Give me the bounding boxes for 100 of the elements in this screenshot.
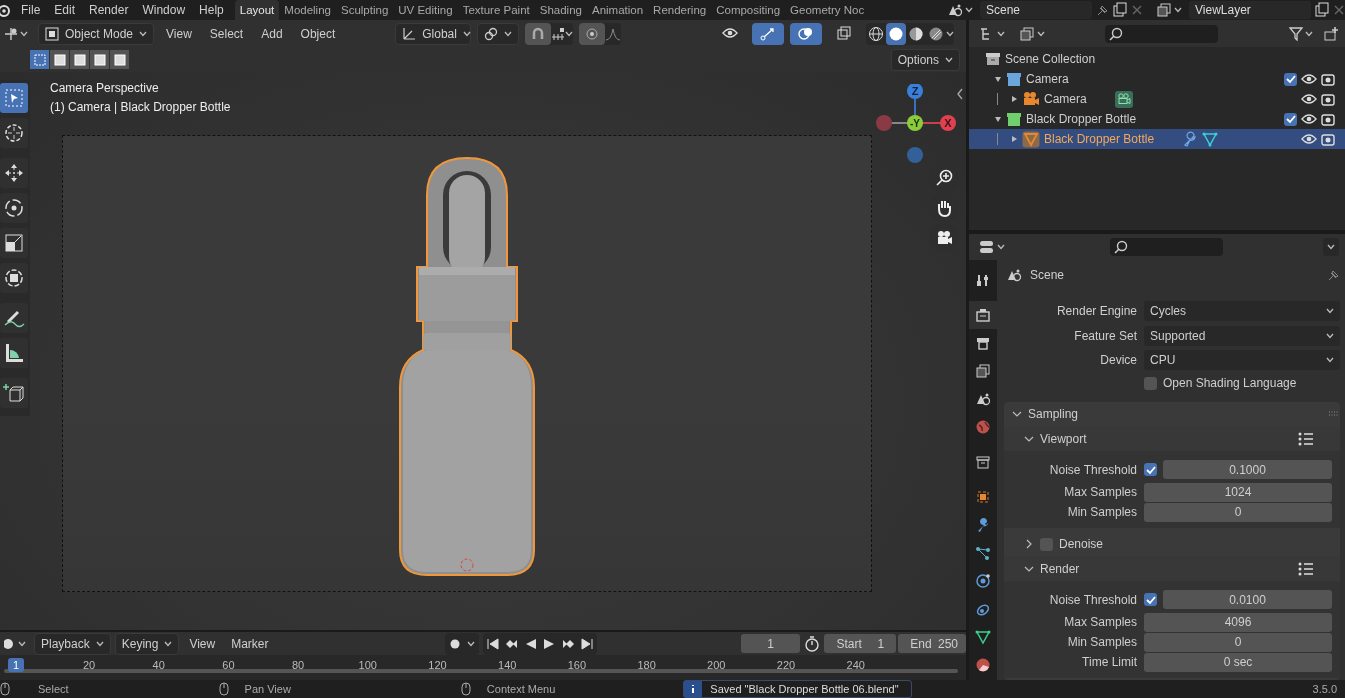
workspace-tab[interactable]: Compositing	[711, 0, 786, 20]
options-dropdown[interactable]	[1323, 238, 1339, 256]
camera-data-button[interactable]	[1114, 90, 1133, 108]
camera-icon[interactable]	[1321, 72, 1335, 86]
tool-button[interactable]	[0, 118, 28, 148]
drag-handle-icon[interactable]	[1328, 411, 1340, 417]
close-icon[interactable]	[1131, 4, 1143, 16]
playback-menu[interactable]: Playback	[34, 632, 111, 655]
checkbox[interactable]	[1144, 376, 1157, 390]
current-frame-field[interactable]: 1	[740, 634, 801, 653]
camera-icon[interactable]	[1321, 132, 1335, 146]
tool-button[interactable]	[0, 378, 28, 408]
list-icon[interactable]	[1298, 431, 1314, 446]
outliner-row[interactable]: Camera	[969, 89, 1345, 109]
checkbox[interactable]	[1144, 463, 1157, 476]
tool-button[interactable]	[0, 193, 28, 223]
eye-icon[interactable]	[1301, 73, 1317, 85]
header-menu[interactable]: Object	[294, 26, 342, 41]
proportional-control[interactable]	[579, 22, 622, 45]
axis-handle[interactable]	[907, 84, 923, 99]
snapping-control[interactable]	[525, 22, 574, 45]
eye-icon[interactable]	[1301, 113, 1317, 125]
tool-button[interactable]	[0, 338, 28, 368]
stopwatch-icon[interactable]	[804, 635, 821, 652]
chevron-icon[interactable]	[1012, 409, 1022, 419]
select-mode-button[interactable]	[50, 50, 69, 69]
frame-ruler[interactable]: 1 20 40 60 80 100 120 140 160 180 200 220 240	[0, 655, 966, 680]
search-field[interactable]	[1109, 238, 1223, 256]
workspace-tab[interactable]: Texture Paint	[457, 0, 535, 20]
header-menu[interactable]: Select	[203, 26, 250, 41]
playback-controls[interactable]	[482, 632, 597, 655]
disclosure-triangle-icon[interactable]	[1010, 135, 1018, 143]
viewport-toggle[interactable]	[790, 22, 822, 45]
mode-dropdown[interactable]: Object Mode	[38, 22, 155, 45]
dropdown-field[interactable]: Cycles	[1144, 301, 1340, 322]
header-menu[interactable]: Add	[255, 26, 289, 41]
menu-item[interactable]: Help	[192, 3, 231, 17]
menu-item[interactable]: File	[14, 3, 48, 17]
checkbox[interactable]	[1284, 72, 1297, 86]
number-field[interactable]: 0 sec	[1144, 652, 1332, 672]
select-mode-button[interactable]	[70, 50, 89, 69]
workspace-tab[interactable]: Shading	[534, 0, 587, 20]
disclosure-triangle-icon[interactable]	[994, 115, 1002, 123]
start-frame-field[interactable]: Start 1	[824, 634, 897, 653]
number-field[interactable]: 0.1000	[1163, 460, 1332, 479]
camera-icon[interactable]	[1321, 112, 1335, 126]
mesh-data-icon[interactable]	[1202, 131, 1219, 147]
workspace-tab[interactable]: Modeling	[279, 0, 336, 20]
search-field[interactable]	[1105, 24, 1218, 43]
number-field[interactable]: 0	[1144, 502, 1332, 522]
checkbox[interactable]	[1144, 593, 1157, 606]
shading-selector[interactable]	[866, 22, 954, 45]
scene-field[interactable]: Scene	[980, 1, 1092, 19]
disclosure-triangle-icon[interactable]	[1010, 95, 1018, 103]
number-field[interactable]: 4096	[1144, 612, 1332, 632]
close-icon[interactable]	[1333, 4, 1345, 16]
outliner-row[interactable]: Black Dropper Bottle	[969, 129, 1345, 149]
view-layer-field[interactable]: ViewLayer	[1189, 1, 1311, 19]
menu-item[interactable]: Window	[135, 3, 193, 17]
checkbox[interactable]	[1284, 112, 1297, 126]
options-dropdown[interactable]: Options	[890, 48, 960, 71]
eye-icon[interactable]	[1301, 93, 1317, 105]
wrench-icon[interactable]	[1182, 131, 1199, 147]
camera-icon[interactable]	[1321, 92, 1335, 106]
tool-button[interactable]	[0, 303, 28, 333]
number-field[interactable]: 0	[1144, 632, 1332, 652]
axis-handle[interactable]	[876, 115, 892, 131]
playhead-marker[interactable]: 1	[8, 658, 25, 672]
eye-icon[interactable]	[1301, 133, 1317, 145]
pin-icon[interactable]	[1095, 3, 1109, 17]
workspace-tab[interactable]: Animation	[586, 0, 649, 20]
number-field[interactable]: 0.0100	[1163, 590, 1332, 609]
checkbox[interactable]	[1040, 537, 1053, 551]
record-button[interactable]	[444, 632, 479, 655]
tool-button[interactable]	[0, 228, 28, 258]
tool-button[interactable]	[0, 158, 28, 188]
header-menu[interactable]: Marker	[225, 636, 275, 651]
select-mode-button[interactable]	[90, 50, 109, 69]
end-frame-field[interactable]: End 250	[898, 634, 966, 653]
panel-header[interactable]: Sampling	[1004, 402, 1340, 426]
workspace-tab[interactable]: Sculpting	[335, 0, 394, 20]
dropdown-field[interactable]: CPU	[1144, 350, 1340, 371]
list-icon[interactable]	[1298, 561, 1314, 576]
disclosure-triangle-icon[interactable]	[994, 75, 1002, 83]
tool-button[interactable]	[0, 263, 28, 293]
header-menu[interactable]: View	[183, 636, 222, 651]
workspace-tab[interactable]: Layout	[234, 0, 280, 20]
axis-handle[interactable]	[940, 115, 956, 131]
workspace-tab[interactable]: UV Editing	[393, 0, 458, 20]
pivot-dropdown[interactable]	[477, 22, 520, 45]
outliner-label[interactable]: Scene Collection	[1005, 52, 1096, 66]
workspace-tab[interactable]: Rendering	[648, 0, 712, 20]
navigation-gizmo[interactable]: Z -Y X	[875, 84, 961, 170]
keying-menu[interactable]: Keying	[114, 632, 180, 655]
number-field[interactable]: 1024	[1144, 482, 1332, 502]
orientation-dropdown[interactable]: Global	[395, 22, 472, 45]
workspace-tab[interactable]: Geometry Noc	[785, 0, 870, 20]
new-collection-icon[interactable]	[1323, 25, 1339, 42]
select-mode-button[interactable]	[110, 50, 129, 69]
outliner-row[interactable]: Camera	[969, 69, 1345, 89]
